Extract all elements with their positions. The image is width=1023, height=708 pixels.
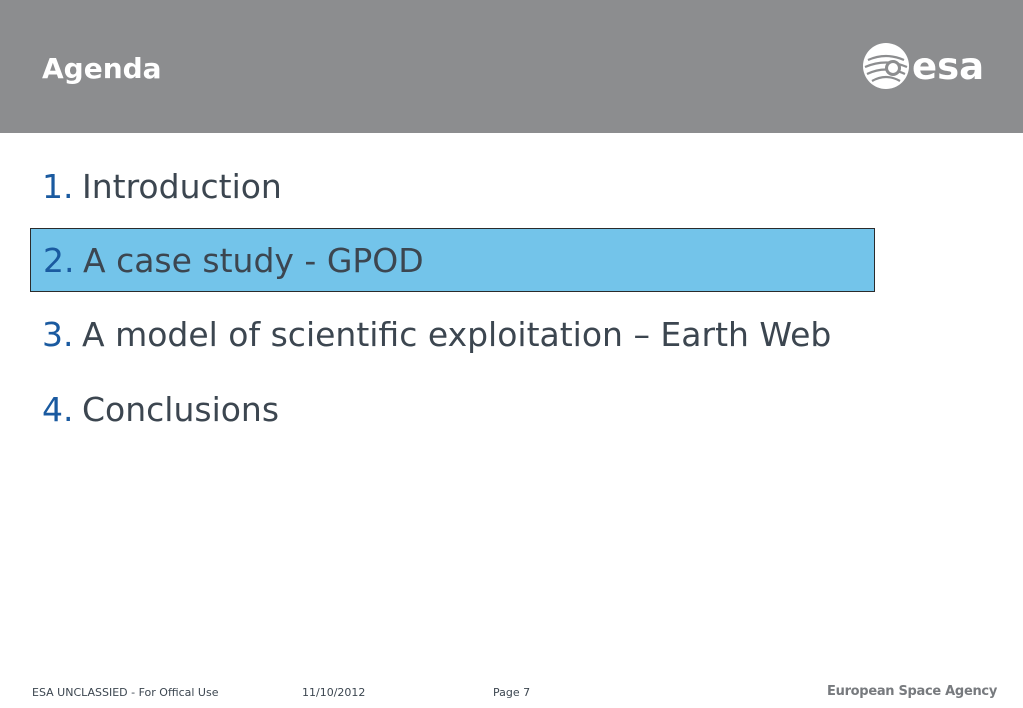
agenda-item-label: Conclusions — [82, 389, 280, 429]
agenda-item-number: 1. — [42, 166, 74, 206]
agenda-item-model: 3. A model of scientific exploitation – … — [30, 302, 831, 366]
agenda-item-label: A model of scientific exploitation – Ear… — [82, 314, 832, 354]
agenda-item-number: 4. — [42, 389, 74, 429]
agenda-item-conclusions: 4. Conclusions — [30, 377, 279, 441]
footer-page-number: Page 7 — [493, 686, 531, 699]
footer-classification: ESA UNCLASSIED - For Offical Use — [32, 686, 219, 699]
footer-date: 11/10/2012 — [302, 686, 366, 699]
slide-header: Agenda esa — [0, 0, 1023, 133]
esa-logo-icon: esa — [863, 43, 984, 89]
agenda-item-number: 2. — [43, 240, 75, 280]
logo-text: esa — [912, 45, 984, 88]
agenda-item-label: Introduction — [82, 166, 282, 206]
agenda-item-number: 3. — [42, 314, 74, 354]
agenda-item-introduction: 1. Introduction — [30, 154, 282, 218]
page-title: Agenda — [42, 52, 162, 85]
esa-logo: esa — [860, 38, 1000, 94]
agenda-item-label: A case study - GPOD — [83, 240, 424, 280]
agenda-item-case-study: 2. A case study - GPOD — [30, 228, 875, 292]
footer-agency-name: European Space Agency — [827, 684, 997, 699]
